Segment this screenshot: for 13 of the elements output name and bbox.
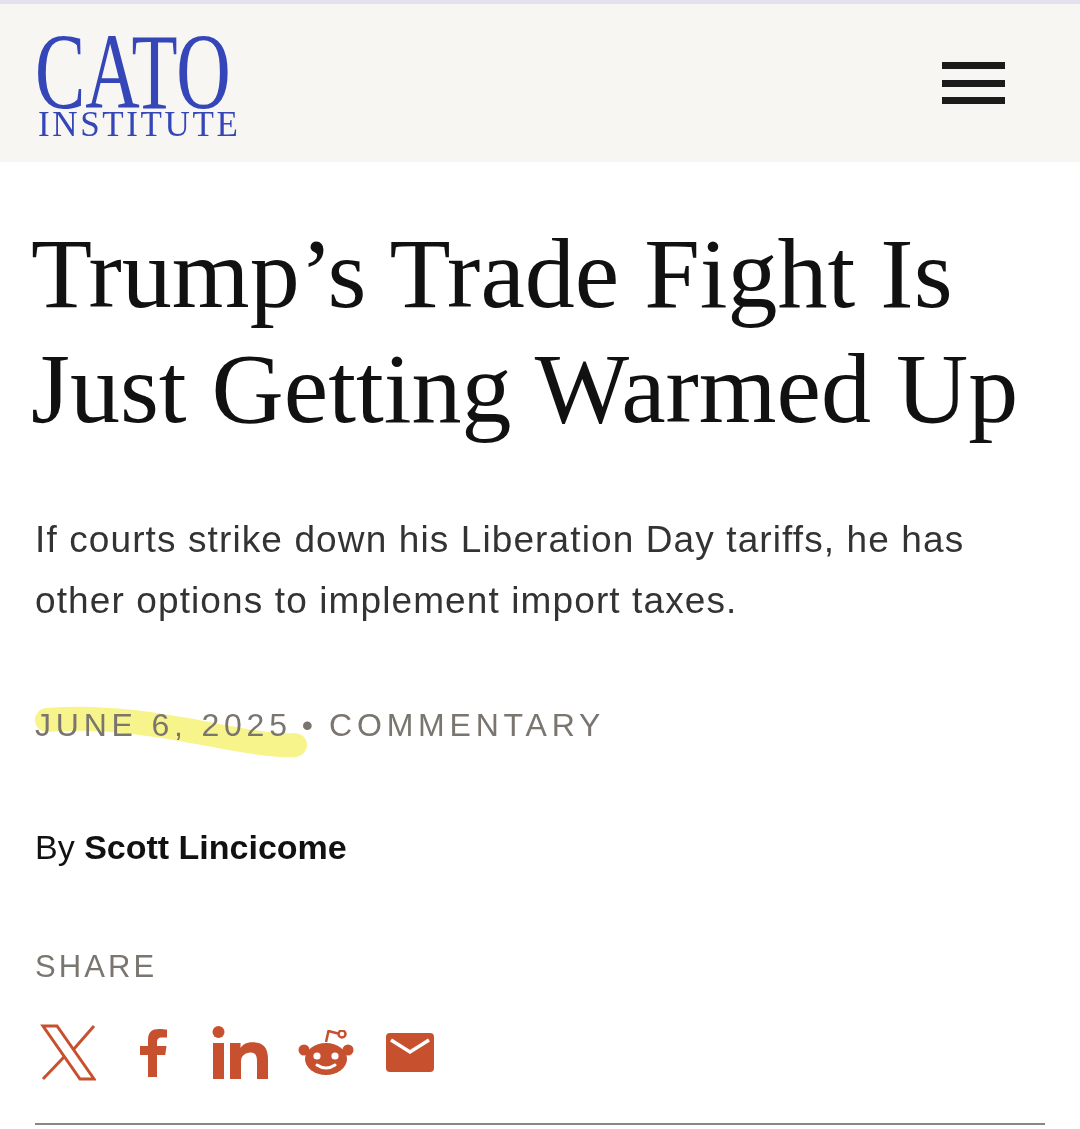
- facebook-icon[interactable]: [140, 1028, 168, 1077]
- reddit-alien-icon[interactable]: [298, 1029, 354, 1076]
- separator-dot: •: [301, 708, 314, 742]
- linkedin-icon[interactable]: [212, 1026, 268, 1079]
- logo-subtitle[interactable]: INSTITUTE: [35, 110, 241, 140]
- article-summary: If courts strike down his Liberation Day tariffs, he has other options to implement import taxes.: [35, 518, 966, 623]
- article-type[interactable]: COMMENTARY: [329, 708, 606, 742]
- byline: By Scott Lincicome: [35, 827, 347, 867]
- mail-icon[interactable]: [386, 1033, 434, 1072]
- article-title: Trump’s Trade Fight Is Just Getting Warmed Up: [31, 217, 1020, 446]
- share-label: SHARE: [35, 949, 158, 985]
- menu-icon[interactable]: [942, 62, 1005, 104]
- x-logo-icon[interactable]: [40, 1024, 96, 1081]
